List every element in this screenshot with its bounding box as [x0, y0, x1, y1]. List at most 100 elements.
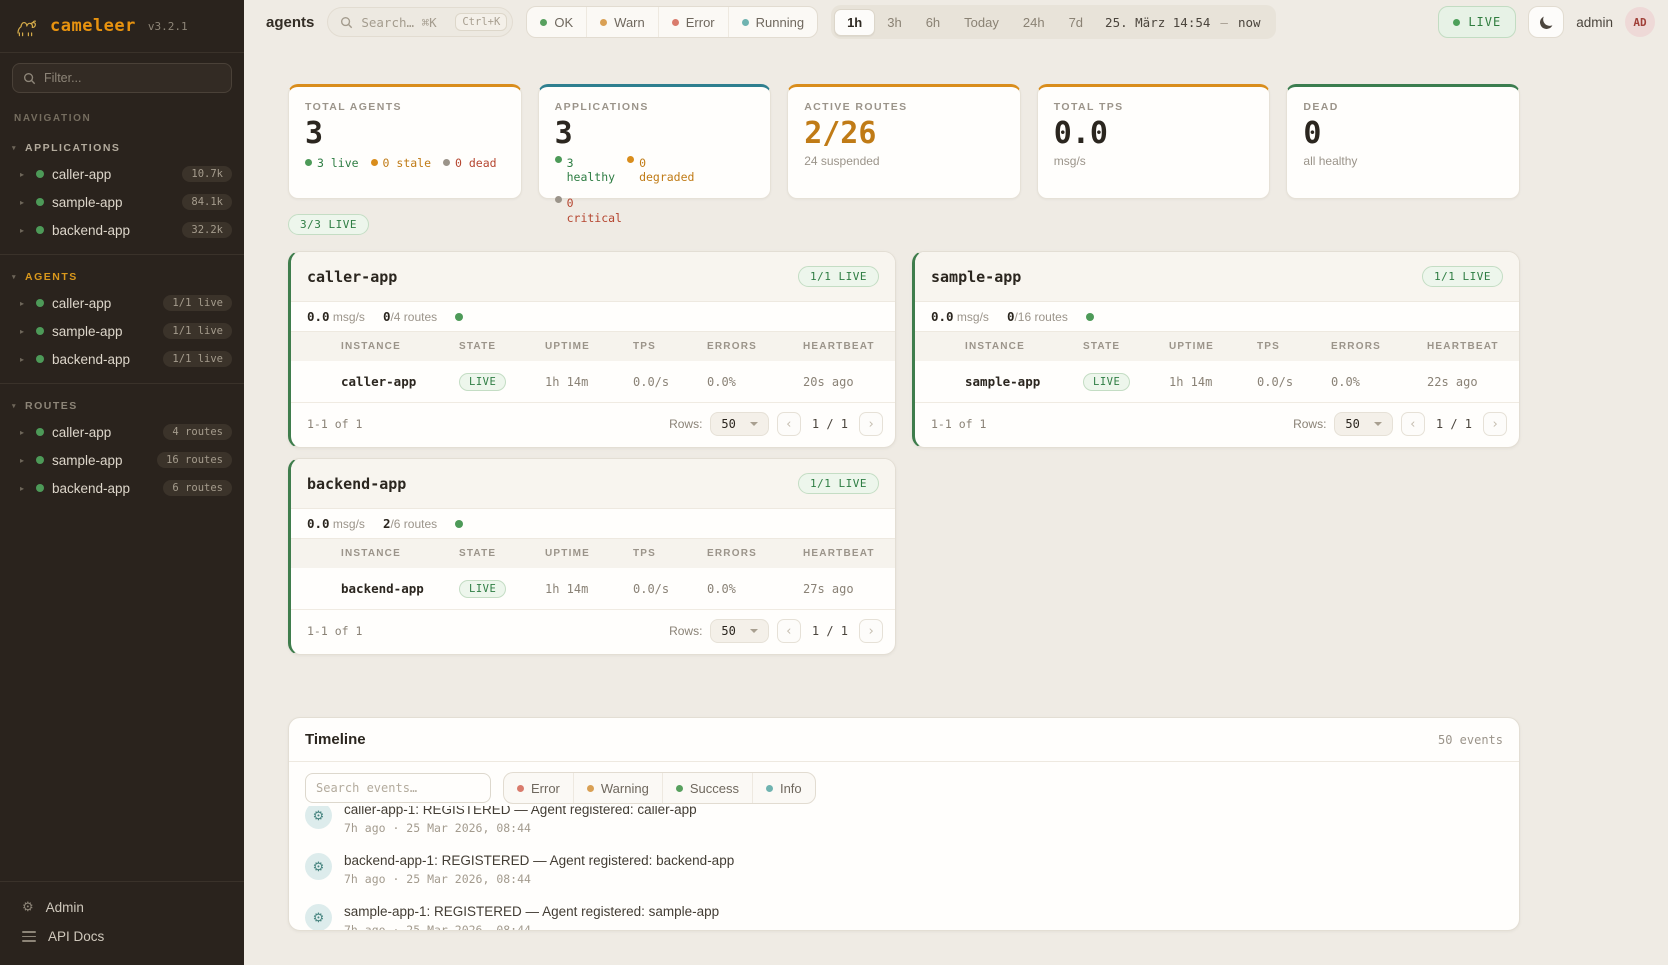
filter-chip-running[interactable]: Running	[728, 7, 817, 37]
rows-per-page-select[interactable]: 50	[710, 412, 768, 436]
sidebar-item-admin[interactable]: ⚙ Admin	[0, 892, 244, 922]
timeline-events-list[interactable]: ⚙ caller-app-1: REGISTERED — Agent regis…	[289, 806, 1519, 931]
teal-dot-icon	[742, 19, 749, 26]
app-root: cameleer v3.2.1 NAVIGATION ▾ APPLICATION…	[0, 0, 1668, 965]
app-card-title: backend-app	[307, 475, 406, 493]
prev-page-button[interactable]: ‹	[777, 619, 801, 643]
next-page-button[interactable]: ›	[1483, 412, 1507, 436]
range-button-3h[interactable]: 3h	[875, 10, 913, 35]
app-card-stats: 0.0 msg/s 0/16 routes	[915, 302, 1519, 332]
table-header: INSTANCE STATE UPTIME TPS ERRORS HEARTBE…	[291, 332, 895, 361]
rows-per-page-select[interactable]: 50	[1334, 412, 1392, 436]
gray-dot-icon	[555, 196, 562, 203]
brand-version: v3.2.1	[148, 20, 188, 33]
filter-chip-error[interactable]: Error	[504, 773, 573, 803]
chevron-right-icon: ▸	[20, 198, 28, 207]
filter-chip-success[interactable]: Success	[662, 773, 752, 803]
range-button-24h[interactable]: 24h	[1011, 10, 1057, 35]
range-button-6h[interactable]: 6h	[914, 10, 952, 35]
routes-count-badge: 16 routes	[157, 452, 232, 468]
username-label: admin	[1576, 15, 1613, 30]
prev-page-button[interactable]: ‹	[777, 412, 801, 436]
filter-chip-info[interactable]: Info	[752, 773, 815, 803]
app-live-badge: 1/1 LIVE	[798, 473, 879, 494]
table-footer: 1-1 of 1 Rows: 50 ‹ 1 / 1 ›	[291, 610, 895, 654]
chevron-down-icon	[750, 629, 758, 633]
sidebar-item-agents-caller-app[interactable]: ▸ caller-app 1/1 live	[0, 289, 244, 317]
section-applications-header[interactable]: ▾ APPLICATIONS	[0, 136, 244, 160]
sidebar-item-applications-caller-app[interactable]: ▸ caller-app 10.7k	[0, 160, 244, 188]
section-routes: ▾ ROUTES ▸ caller-app 4 routes ▸ sample-…	[0, 383, 244, 512]
status-dot	[1086, 313, 1094, 321]
app-cards-grid: caller-app 1/1 LIVE 0.0 msg/s 0/4 routes…	[288, 251, 1520, 655]
timeline-search-input[interactable]	[316, 781, 480, 795]
chevron-right-icon: ▸	[20, 226, 28, 235]
timeline-search[interactable]	[305, 773, 491, 803]
app-live-badge: 1/1 LIVE	[1422, 266, 1503, 287]
filter-chip-warning[interactable]: Warning	[573, 773, 662, 803]
app-card-backend-app: backend-app 1/1 LIVE 0.0 msg/s 2/6 route…	[288, 458, 896, 655]
range-button-7d[interactable]: 7d	[1057, 10, 1095, 35]
table-header: INSTANCE STATE UPTIME TPS ERRORS HEARTBE…	[915, 332, 1519, 361]
global-search[interactable]: Ctrl+K	[327, 7, 513, 37]
prev-page-button[interactable]: ‹	[1401, 412, 1425, 436]
sidebar-filter-input[interactable]	[44, 71, 221, 85]
sidebar-item-applications-backend-app[interactable]: ▸ backend-app 32.2k	[0, 216, 244, 244]
search-icon	[23, 72, 36, 85]
next-page-button[interactable]: ›	[859, 412, 883, 436]
filter-chip-error[interactable]: Error	[658, 7, 728, 37]
sidebar: cameleer v3.2.1 NAVIGATION ▾ APPLICATION…	[0, 0, 244, 965]
date-separator: —	[1220, 15, 1228, 30]
list-icon	[22, 931, 36, 942]
app-card-title: caller-app	[307, 268, 397, 286]
table-row[interactable]: backend-app LIVE 1h 14m 0.0/s 0.0% 27s a…	[291, 568, 895, 610]
camel-logo-icon	[14, 13, 40, 39]
date-from: 25. März 14:54	[1105, 15, 1210, 30]
page-indicator: 1 / 1	[809, 624, 851, 638]
sidebar-item-routes-caller-app[interactable]: ▸ caller-app 4 routes	[0, 418, 244, 446]
timeline-event[interactable]: ⚙ sample-app-1: REGISTERED — Agent regis…	[305, 895, 1503, 931]
gear-icon: ⚙	[305, 853, 332, 880]
range-button-1h[interactable]: 1h	[834, 9, 875, 36]
rows-per-page-select[interactable]: 50	[710, 619, 768, 643]
stat-card-dead: DEAD 0 all healthy	[1286, 84, 1520, 199]
stat-value: 0.0	[1054, 117, 1254, 152]
timeline-event[interactable]: ⚙ backend-app-1: REGISTERED — Agent regi…	[305, 844, 1503, 895]
filter-chip-ok[interactable]: OK	[527, 7, 586, 37]
navigation-label: NAVIGATION	[0, 97, 244, 126]
table-row[interactable]: sample-app LIVE 1h 14m 0.0/s 0.0% 22s ag…	[915, 361, 1519, 403]
topbar: agents Ctrl+K OK Warn E	[244, 0, 1668, 44]
filter-chip-warn[interactable]: Warn	[586, 7, 658, 37]
status-dot	[36, 226, 44, 234]
section-agents-header[interactable]: ▾ AGENTS	[0, 265, 244, 289]
range-button-today[interactable]: Today	[952, 10, 1011, 35]
section-routes-header[interactable]: ▾ ROUTES	[0, 394, 244, 418]
table-footer: 1-1 of 1 Rows: 50 ‹ 1 / 1 ›	[915, 403, 1519, 447]
chevron-right-icon: ▸	[20, 456, 28, 465]
chevron-right-icon: ▸	[20, 327, 28, 336]
theme-toggle-button[interactable]	[1528, 6, 1564, 38]
avatar[interactable]: AD	[1625, 7, 1655, 37]
next-page-button[interactable]: ›	[859, 619, 883, 643]
row-range-label: 1-1 of 1	[931, 417, 986, 431]
sidebar-item-routes-backend-app[interactable]: ▸ backend-app 6 routes	[0, 474, 244, 502]
page-indicator: 1 / 1	[809, 417, 851, 431]
live-toggle-button[interactable]: LIVE	[1438, 6, 1516, 38]
global-search-input[interactable]	[361, 15, 447, 30]
chevron-right-icon: ▸	[20, 428, 28, 437]
status-dot	[36, 327, 44, 335]
sidebar-item-applications-sample-app[interactable]: ▸ sample-app 84.1k	[0, 188, 244, 216]
chevron-down-icon: ▾	[12, 144, 17, 152]
sidebar-filter[interactable]	[12, 63, 232, 93]
app-card-stats: 0.0 msg/s 2/6 routes	[291, 509, 895, 539]
sidebar-item-agents-backend-app[interactable]: ▸ backend-app 1/1 live	[0, 345, 244, 373]
chevron-down-icon: ▾	[12, 273, 17, 281]
sidebar-item-routes-sample-app[interactable]: ▸ sample-app 16 routes	[0, 446, 244, 474]
dashboard-content: TOTAL AGENTS 3 3 live 0 stale 0 dead APP…	[244, 44, 1520, 931]
table-row[interactable]: caller-app LIVE 1h 14m 0.0/s 0.0% 20s ag…	[291, 361, 895, 403]
sidebar-item-agents-sample-app[interactable]: ▸ sample-app 1/1 live	[0, 317, 244, 345]
topbar-right: LIVE admin AD	[1438, 6, 1655, 38]
sidebar-item-api-docs[interactable]: API Docs	[0, 922, 244, 951]
timeline-event[interactable]: ⚙ caller-app-1: REGISTERED — Agent regis…	[305, 806, 1503, 844]
gray-dot-icon	[443, 159, 450, 166]
